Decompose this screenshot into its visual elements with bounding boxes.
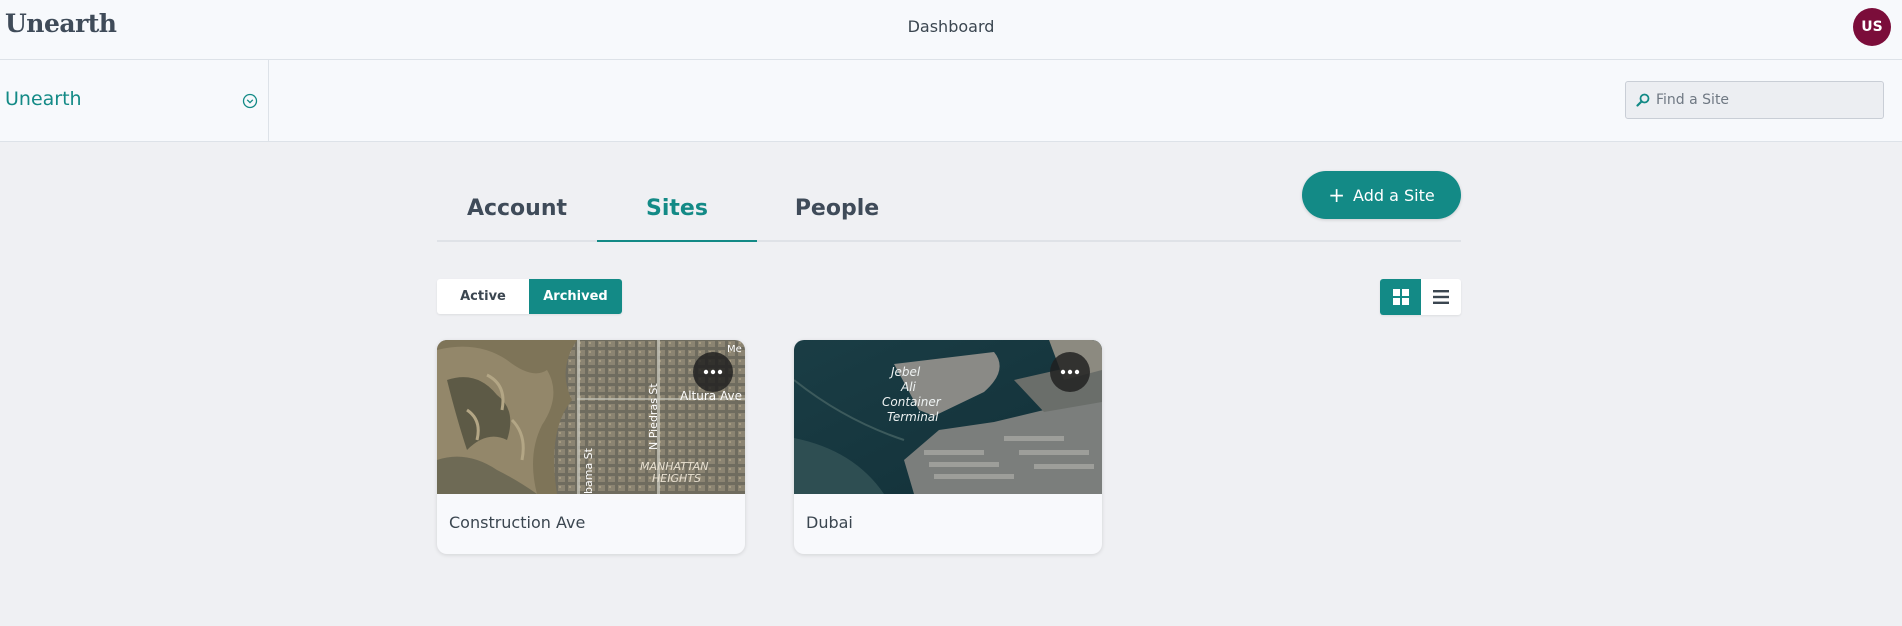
site-card[interactable]: Altura Ave N Piedras St bama St MANHATTA… bbox=[437, 340, 745, 554]
site-options-button[interactable] bbox=[1050, 352, 1090, 392]
search-icon bbox=[1636, 93, 1650, 107]
list-view-button[interactable] bbox=[1421, 279, 1461, 315]
app-logo[interactable]: Unearth bbox=[5, 9, 117, 38]
status-filter: Active Archived bbox=[437, 279, 622, 314]
site-card[interactable]: Jebel Ali Container Terminal Dubai bbox=[794, 340, 1102, 554]
active-tab-indicator bbox=[597, 240, 757, 242]
map-label: N Piedras St bbox=[647, 383, 660, 450]
map-label: Container bbox=[882, 395, 942, 409]
user-avatar[interactable]: US bbox=[1853, 8, 1891, 46]
page-title: Dashboard bbox=[907, 17, 995, 36]
list-icon bbox=[1433, 290, 1449, 304]
tab-account[interactable]: Account bbox=[437, 196, 597, 221]
site-search bbox=[1625, 81, 1884, 119]
add-site-button[interactable]: + Add a Site bbox=[1302, 171, 1461, 219]
site-options-button[interactable] bbox=[693, 352, 733, 392]
view-toggle bbox=[1380, 279, 1461, 315]
grid-icon bbox=[1392, 289, 1409, 305]
site-name: Dubai bbox=[806, 513, 853, 532]
top-bar: Unearth Dashboard US bbox=[0, 0, 1902, 60]
org-selector[interactable]: Unearth bbox=[0, 60, 269, 141]
map-label: Ali bbox=[900, 380, 917, 394]
tab-people[interactable]: People bbox=[757, 196, 917, 221]
more-icon bbox=[1060, 369, 1080, 375]
more-icon bbox=[703, 369, 723, 375]
chevron-down-icon bbox=[242, 93, 258, 109]
plus-icon: + bbox=[1328, 183, 1346, 207]
site-name: Construction Ave bbox=[449, 513, 586, 532]
map-label: Terminal bbox=[887, 410, 939, 424]
filter-active[interactable]: Active bbox=[437, 279, 529, 314]
map-label: bama St bbox=[582, 447, 595, 494]
sub-bar: Unearth bbox=[0, 60, 1902, 142]
map-label: HEIGHTS bbox=[652, 472, 701, 485]
grid-view-button[interactable] bbox=[1380, 279, 1421, 315]
search-input[interactable] bbox=[1656, 82, 1876, 118]
add-site-label: Add a Site bbox=[1353, 185, 1435, 205]
filter-archived[interactable]: Archived bbox=[529, 279, 622, 314]
map-label: Me bbox=[727, 344, 742, 355]
tab-sites[interactable]: Sites bbox=[597, 196, 757, 221]
org-name: Unearth bbox=[5, 88, 82, 110]
map-label: Jebel bbox=[889, 365, 921, 379]
